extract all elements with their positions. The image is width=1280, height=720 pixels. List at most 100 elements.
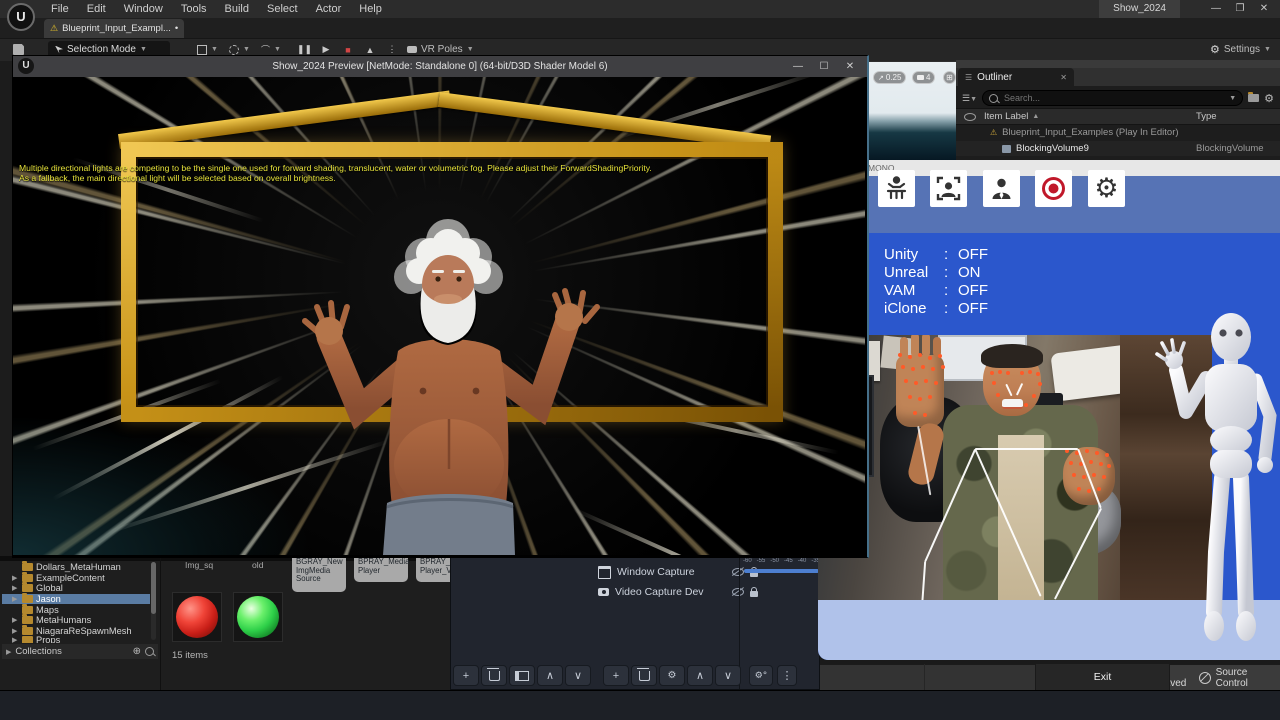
- scene-up-button[interactable]: ∧: [537, 665, 563, 686]
- pose-tracking-button[interactable]: [878, 170, 915, 207]
- source-window-capture[interactable]: Window Capture: [598, 563, 758, 581]
- outliner-settings-icon[interactable]: ⚙: [1264, 92, 1274, 105]
- grid-button[interactable]: ⊞: [943, 71, 956, 84]
- outliner-header: Item Label ▲ Type: [956, 108, 1280, 125]
- add-collection-icon[interactable]: ⊕: [133, 646, 141, 657]
- filter-icon[interactable]: ☰▼: [962, 93, 977, 104]
- asset-label[interactable]: old: [252, 560, 263, 570]
- trash-icon: [489, 671, 500, 681]
- hidden-eye-icon[interactable]: [732, 568, 744, 576]
- preview-titlebar[interactable]: U Show_2024 Preview [NetMode: Standalone…: [13, 56, 867, 77]
- finger: [911, 335, 919, 357]
- floor-glow: [13, 415, 313, 555]
- tab-blueprint-input-example[interactable]: ⚠ Blueprint_Input_Exampl... •: [44, 19, 184, 38]
- menu-window[interactable]: Window: [115, 3, 172, 15]
- stop-button[interactable]: ■: [341, 45, 355, 55]
- source-control-status[interactable]: All Saved Source Control: [1158, 665, 1280, 691]
- asset-tile[interactable]: BGRAY_New ImgMedia Source: [292, 556, 346, 592]
- folder-jason[interactable]: ▶Jason: [2, 594, 150, 605]
- preview-maximize-button[interactable]: ☐: [811, 56, 837, 77]
- exit-button[interactable]: Exit: [1035, 664, 1170, 690]
- folder-icon: [22, 606, 33, 614]
- folder-icon: [22, 636, 33, 643]
- folder-tree: Dollars_MetaHuman ▶ExampleContent ▶Globa…: [2, 562, 150, 643]
- mixer-menu-button[interactable]: ⋮: [777, 665, 797, 686]
- game-viewport[interactable]: Multiple directional lights are competin…: [13, 77, 865, 555]
- folder-icon: [22, 627, 33, 635]
- warning-icon: ⚠: [50, 23, 58, 34]
- mouth-tracking: [1002, 399, 1023, 409]
- advanced-audio-button[interactable]: ⚙°: [749, 665, 773, 686]
- menu-file[interactable]: File: [42, 3, 78, 15]
- add-source-button[interactable]: +: [603, 665, 629, 686]
- remove-scene-button[interactable]: [481, 665, 507, 686]
- asset-material-red[interactable]: [172, 592, 222, 642]
- source-up-button[interactable]: ∧: [687, 665, 713, 686]
- folder-niagararespawnmesh[interactable]: ▶NiagaraReSpawnMesh: [2, 626, 150, 637]
- asset-label[interactable]: Img_sq: [185, 560, 213, 570]
- outliner-row-blockingvolume[interactable]: BlockingVolume9 BlockingVolume: [956, 141, 1280, 156]
- source-down-button[interactable]: ∨: [715, 665, 741, 686]
- ue-tab-bar: ⚠ Blueprint_Input_Exampl... •: [0, 18, 1280, 38]
- menu-tools[interactable]: Tools: [172, 3, 216, 15]
- save-icon: [13, 44, 24, 55]
- minimize-button[interactable]: —: [1204, 0, 1228, 18]
- status-unreal: Unreal:ON: [884, 264, 981, 281]
- close-button[interactable]: ✕: [1252, 0, 1276, 18]
- menu-edit[interactable]: Edit: [78, 3, 115, 15]
- col-item-label[interactable]: Item Label: [984, 111, 1028, 122]
- eject-button[interactable]: ▲: [363, 45, 377, 55]
- mocap-settings-button[interactable]: ⚙: [1088, 170, 1125, 207]
- skeleton-line: [921, 561, 926, 600]
- outliner-search-input[interactable]: [1002, 92, 1225, 104]
- search-options-chevron[interactable]: ▼: [1229, 95, 1236, 102]
- menu-build[interactable]: Build: [216, 3, 258, 15]
- folder-metahumans[interactable]: ▶MetaHumans: [2, 615, 150, 626]
- pause-button[interactable]: ❚❚: [297, 44, 311, 55]
- menu-actor[interactable]: Actor: [307, 3, 351, 15]
- arrow-icon: ↗: [878, 74, 884, 82]
- source-properties-button[interactable]: ⚙: [659, 665, 685, 686]
- scene-down-button[interactable]: ∨: [565, 665, 591, 686]
- camera-icon: [917, 75, 924, 80]
- outliner-search[interactable]: ▼: [982, 90, 1243, 106]
- settings-dropdown[interactable]: ⚙ Settings▼: [1203, 41, 1278, 58]
- face-track-icon: [935, 175, 962, 202]
- close-tab-icon[interactable]: ✕: [1060, 73, 1067, 82]
- visibility-column-icon[interactable]: [964, 113, 976, 121]
- scene-filters-button[interactable]: [509, 665, 535, 686]
- capture-preview-window[interactable]: ↗ 0.25 4 ⊞: [868, 62, 956, 160]
- face-tracking-button[interactable]: [930, 170, 967, 207]
- add-scene-button[interactable]: +: [453, 665, 479, 686]
- new-folder-icon[interactable]: [1248, 94, 1259, 102]
- preview-close-button[interactable]: ✕: [837, 56, 863, 77]
- asset-material-green[interactable]: [233, 592, 283, 642]
- col-type[interactable]: Type: [1196, 111, 1217, 122]
- folder-props[interactable]: ▶Props: [2, 636, 150, 643]
- body-tracking-button[interactable]: [983, 170, 1020, 207]
- obs-window: Window Capture Video Capture Dev -60-55-…: [450, 556, 820, 690]
- search-collections-icon[interactable]: [145, 647, 154, 656]
- menu-help[interactable]: Help: [350, 3, 391, 15]
- gears-icon: ⚙°: [755, 671, 768, 681]
- record-button[interactable]: [1035, 170, 1072, 207]
- hand-tracking-dots-left: [898, 353, 902, 357]
- folder-tree-scrollbar[interactable]: [151, 562, 156, 640]
- collections-bar[interactable]: ▶ Collections ⊕: [2, 644, 158, 659]
- source-video-capture[interactable]: Video Capture Dev: [598, 583, 758, 601]
- menu-select[interactable]: Select: [258, 3, 307, 15]
- asset-tile[interactable]: BPRAY_Media Player: [354, 556, 408, 582]
- remove-source-button[interactable]: [631, 665, 657, 686]
- volume-meter[interactable]: [744, 569, 819, 573]
- outliner-row-world[interactable]: ⚠ Blueprint_Input_Examples (Play In Edit…: [956, 125, 1280, 140]
- finger: [933, 337, 941, 357]
- play-options-button[interactable]: ⋮: [385, 44, 399, 55]
- hidden-eye-icon[interactable]: [732, 588, 744, 596]
- preview-minimize-button[interactable]: —: [785, 56, 811, 77]
- folder-icon: [22, 595, 33, 603]
- maximize-button[interactable]: ❐: [1228, 0, 1252, 18]
- frame-skip-button[interactable]: ▶: [319, 44, 333, 55]
- windows-taskbar: Search >_ ∿∿ U ⚙ ⌃ ENG ◀) 6:04 pm: [0, 690, 1280, 720]
- lock-icon[interactable]: [750, 591, 758, 597]
- tab-outliner[interactable]: ☰ Outliner ✕: [958, 68, 1074, 86]
